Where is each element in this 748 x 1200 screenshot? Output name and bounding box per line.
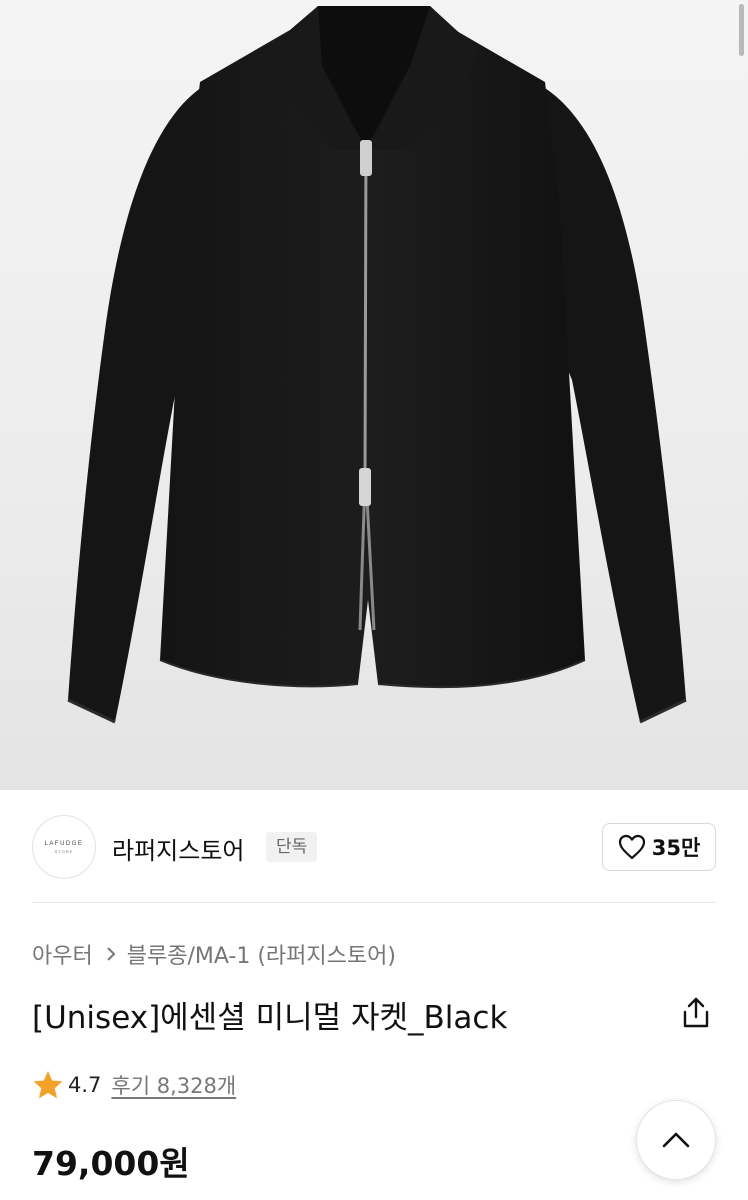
heart-outline-icon [618,834,645,860]
share-icon[interactable] [680,996,712,1030]
brand-logo-text: LAFUDGE [44,840,84,847]
star-icon [33,1071,63,1099]
brand-row: LAFUDGE STORE 라퍼지스토어 단독 35만 [32,815,716,879]
breadcrumb-subcategory[interactable]: 블루종/MA-1 (라퍼지스토어) [127,938,396,970]
review-count-link[interactable]: 후기 8,328개 [111,1070,236,1100]
rating-score: 4.7 [68,1073,102,1097]
scroll-to-top-button[interactable] [636,1100,716,1180]
jacket-illustration [67,6,687,724]
chevron-right-icon [107,947,116,961]
scrollbar[interactable] [739,4,744,56]
product-image[interactable] [0,0,748,790]
brand-name-link[interactable]: 라퍼지스토어 [112,831,244,866]
brand-logo-subtext: STORE [54,848,74,854]
chevron-up-icon [662,1132,690,1148]
exclusive-badge: 단독 [266,832,318,862]
breadcrumb-category[interactable]: 아우터 [32,938,93,970]
rating-row: 4.7 후기 8,328개 [32,1068,236,1102]
product-title: [Unisex]에센셜 미니멀 자켓_Black [32,1000,508,1036]
like-count: 35만 [651,836,701,860]
divider [32,902,716,903]
like-button[interactable]: 35만 [602,823,716,871]
brand-logo[interactable]: LAFUDGE STORE [32,815,96,879]
breadcrumb: 아우터 블루종/MA-1 (라퍼지스토어) [32,938,396,970]
product-price: 79,000원 [32,1144,190,1183]
